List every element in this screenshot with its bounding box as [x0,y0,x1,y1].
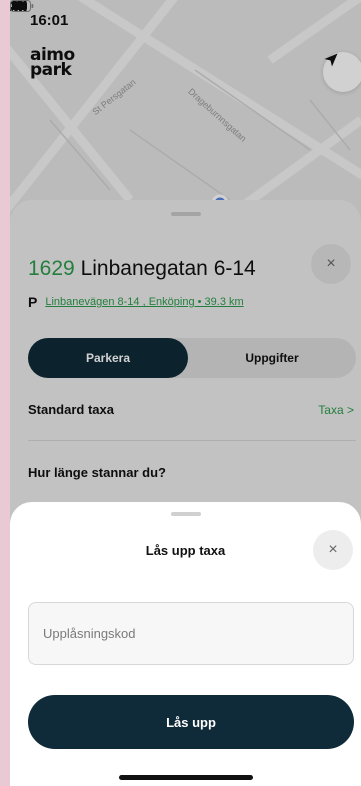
modal-drag-handle[interactable] [170,512,201,516]
aimo-park-logo: aimo park [30,47,75,80]
logo-line: park [30,60,72,80]
unlock-tariff-modal: Lås upp taxa × Lås upp [10,502,361,786]
locate-me-button[interactable] [323,52,361,92]
status-bar: 16:01 [10,0,361,40]
unlock-button[interactable]: Lås upp [28,695,354,749]
divider [28,440,356,441]
tariff-row[interactable]: Standard taxa Taxa > [28,402,354,417]
home-indicator [118,775,253,780]
close-icon: × [328,541,338,558]
time-text: 16:01 [30,11,69,29]
tab-uppgifter[interactable]: Uppgifter [192,338,352,378]
unlock-code-input[interactable] [28,602,354,665]
tab-parkera[interactable]: Parkera [28,338,188,378]
tariff-link[interactable]: Taxa > [318,403,354,417]
sheet-drag-handle[interactable] [170,212,201,216]
map-view[interactable]: St Persgatan Drageburnnsgatan 16:01 aimo… [10,0,361,230]
status-time: 16:01 [10,0,69,29]
tab-switcher: Parkera Uppgifter [28,338,356,378]
close-icon: × [326,255,336,272]
zone-name: Linbanegatan 6-14 [80,257,256,280]
tariff-label: Standard taxa [28,402,114,417]
modal-title: Lås upp taxa [145,543,226,558]
zone-address-row: P Linbanevägen 8-14 , Enköping • 39.3 km [28,294,244,310]
zone-address-link[interactable]: Linbanevägen 8-14 , Enköping • 39.3 km [45,296,243,308]
parking-p-icon: P [28,294,38,310]
duration-question: Hur länge stannar du? [28,465,166,480]
navigation-arrow-icon [324,53,338,67]
close-sheet-button[interactable]: × [311,244,351,284]
phone-screen: St Persgatan Drageburnnsgatan 16:01 aimo… [10,0,361,786]
close-modal-button[interactable]: × [313,530,353,570]
zone-code: 1629 [28,257,75,280]
battery-icon [10,0,34,12]
zone-title: 1629 Linbanegatan 6-14 [28,257,256,281]
